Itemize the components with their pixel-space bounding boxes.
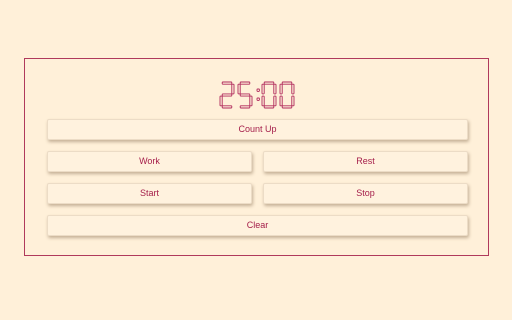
rest-button[interactable]: Rest	[263, 151, 468, 172]
timer-colon	[256, 88, 260, 101]
timer-digit	[261, 81, 276, 109]
timer-digit	[279, 81, 294, 109]
work-button[interactable]: Work	[47, 151, 252, 172]
timer-digit	[219, 81, 234, 109]
timer-digit	[237, 81, 252, 109]
stop-button[interactable]: Stop	[263, 183, 468, 204]
timer-digits	[219, 81, 294, 109]
clear-button[interactable]: Clear	[47, 215, 468, 236]
timer-panel: Count Up Work Rest Start Stop Clear	[24, 58, 489, 256]
count-up-button[interactable]: Count Up	[47, 119, 468, 140]
start-button[interactable]: Start	[47, 183, 252, 204]
timer-display	[25, 80, 488, 110]
